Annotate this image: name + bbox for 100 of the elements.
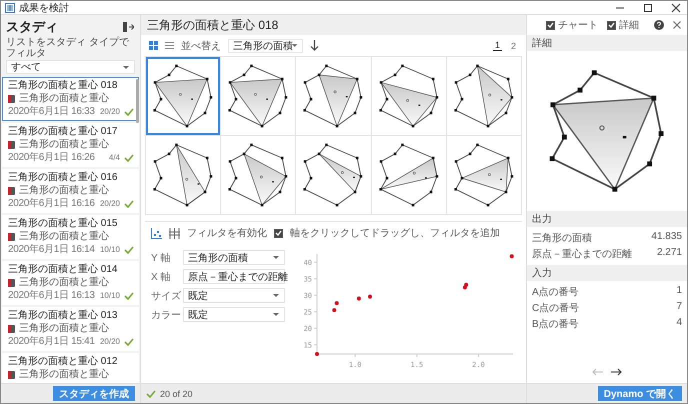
parameter-name: 原点－重心までの距離 — [532, 248, 633, 261]
check-icon — [124, 108, 134, 116]
study-type-icon — [8, 233, 15, 241]
data-point[interactable] — [464, 282, 468, 287]
study-item[interactable]: 三角形の面積と重心 014 三角形の面積と重心 2020年6月1日 16:13 10/10 — [2, 261, 139, 305]
sort-direction-arrow-icon[interactable] — [310, 40, 319, 51]
polygon-drawing — [152, 142, 214, 208]
caret-icon — [122, 64, 130, 70]
polygon-drawing — [378, 142, 440, 208]
filter-enable-label: フィルタを有効化 — [187, 226, 267, 240]
study-count: 20/20 — [100, 336, 120, 348]
caret-icon — [272, 312, 280, 317]
collapse-panel-icon[interactable] — [123, 22, 134, 32]
checkbox[interactable] — [546, 20, 555, 30]
study-title: 三角形の面積と重心 018 — [147, 16, 278, 34]
study-date: 2020年6月1日 16:26 — [8, 152, 96, 164]
axis-dropdown[interactable]: 既定 — [183, 307, 285, 322]
study-item[interactable]: 三角形の面積と重心 012 三角形の面積と重心 — [2, 353, 139, 383]
check-icon — [124, 154, 134, 162]
caret-icon — [272, 255, 280, 260]
study-item[interactable]: 三角形の面積と重心 018 三角形の面積と重心 2020年6月1日 16:33 20/20 — [2, 77, 139, 121]
parameter-name: A点の番号 — [532, 286, 580, 299]
next-arrow-icon[interactable] — [611, 368, 622, 376]
field-label: サイズ — [151, 290, 182, 302]
study-date: 2020年6月1日 16:14 — [8, 244, 96, 256]
help-icon[interactable] — [654, 20, 664, 30]
caret-icon — [272, 293, 280, 298]
grid-view-icon[interactable] — [149, 41, 158, 50]
polygon-drawing — [452, 142, 515, 208]
axis-dropdown[interactable]: 既定 — [183, 288, 285, 303]
filter-hint: 軸をクリックしてドラッグし、フィルタを追加 — [290, 226, 500, 240]
study-type: 三角形の面積と重心 — [19, 369, 109, 381]
polygon-drawing — [227, 63, 290, 129]
close-icon[interactable] — [671, 2, 681, 12]
close-icon[interactable] — [673, 21, 681, 29]
parallel-coordinates-icon[interactable] — [169, 228, 180, 238]
study-type-icon — [8, 279, 15, 287]
study-date: 2020年6月1日 16:13 — [8, 290, 96, 302]
axis-dropdown[interactable]: 三角形の面積 — [183, 250, 285, 265]
parameter-value: 41.835 — [651, 231, 682, 244]
data-point[interactable] — [332, 308, 336, 312]
check-icon — [124, 200, 134, 208]
study-type-icon — [8, 187, 15, 195]
study-count: 4/4 — [108, 152, 120, 164]
study-title: 三角形の面積と重心 014 — [8, 264, 118, 276]
parameter-name: C点の番号 — [532, 302, 580, 315]
study-item[interactable]: 三角形の面積と重心 017 三角形の面積と重心 2020年6月1日 16:26 4/4 — [2, 123, 139, 167]
study-date: 2020年6月1日 16:16 — [8, 198, 96, 210]
sort-label: 並べ替え — [181, 40, 221, 52]
field-label: カラー — [151, 308, 182, 322]
study-title: 三角形の面積と重心 016 — [8, 172, 118, 184]
field-label: X 軸 — [151, 270, 172, 284]
maximize-icon[interactable] — [643, 2, 653, 12]
data-point[interactable] — [356, 296, 361, 301]
study-date: 2020年6月1日 15:41 — [8, 336, 96, 348]
polygon-drawing — [152, 63, 214, 129]
study-item[interactable]: 三角形の面積と重心 015 三角形の面積と重心 2020年6月1日 16:14 10/10 — [2, 215, 139, 259]
parameter-value: 1 — [676, 285, 682, 298]
study-type-icon — [8, 325, 15, 333]
section-title: 出力 — [532, 212, 552, 226]
study-count: 20/20 — [100, 198, 120, 210]
study-type: 三角形の面積と重心 — [19, 323, 109, 335]
study-type-icon — [8, 95, 15, 103]
polygon-drawing — [227, 142, 290, 208]
filter-dropdown[interactable]: すべて — [6, 60, 135, 74]
parameter-value: 4 — [676, 317, 682, 330]
scatter-plot-icon[interactable] — [151, 228, 162, 238]
checkbox-label: チャート — [558, 19, 598, 32]
scrollbar[interactable] — [136, 79, 139, 123]
polygon-drawing — [302, 63, 364, 129]
page-link[interactable]: 1 — [492, 40, 502, 51]
checkbox[interactable] — [274, 228, 283, 238]
list-view-icon[interactable] — [165, 41, 174, 50]
page-link[interactable]: 2 — [508, 40, 518, 50]
polygon-drawing — [378, 63, 440, 129]
thumbnail-tile[interactable] — [146, 57, 220, 135]
app-icon — [5, 2, 15, 12]
study-title: 三角形の面積と重心 012 — [8, 356, 118, 368]
study-title: 三角形の面積と重心 013 — [8, 310, 118, 322]
study-item[interactable]: 三角形の面積と重心 016 三角形の面積と重心 2020年6月1日 16:16 20/20 — [2, 169, 139, 213]
study-title: 三角形の面積と重心 015 — [8, 218, 118, 230]
study-type: 三角形の面積と重心 — [19, 185, 109, 197]
checkbox[interactable] — [607, 20, 616, 30]
data-point[interactable] — [462, 285, 467, 290]
data-point[interactable] — [510, 254, 514, 258]
filter-label: リストをスタディ タイプでフィルタ — [5, 37, 130, 59]
study-date: 2020年6月1日 16:33 — [8, 106, 96, 118]
sort-dropdown[interactable]: 三角形の面積 — [228, 38, 303, 52]
study-type-icon — [8, 141, 15, 149]
study-item[interactable]: 三角形の面積と重心 013 三角形の面積と重心 2020年6月1日 15:41 20/20 — [2, 307, 139, 351]
study-type: 三角形の面積と重心 — [19, 93, 109, 105]
data-point[interactable] — [334, 301, 339, 306]
data-point[interactable] — [315, 352, 319, 356]
panel-title: スタディ — [6, 18, 58, 36]
check-icon — [124, 338, 134, 346]
study-type-icon — [8, 371, 15, 379]
section-title: 詳細 — [532, 36, 552, 50]
data-point[interactable] — [368, 294, 372, 299]
study-title: 三角形の面積と重心 017 — [8, 126, 118, 138]
parameter-name: 三角形の面積 — [532, 232, 593, 245]
